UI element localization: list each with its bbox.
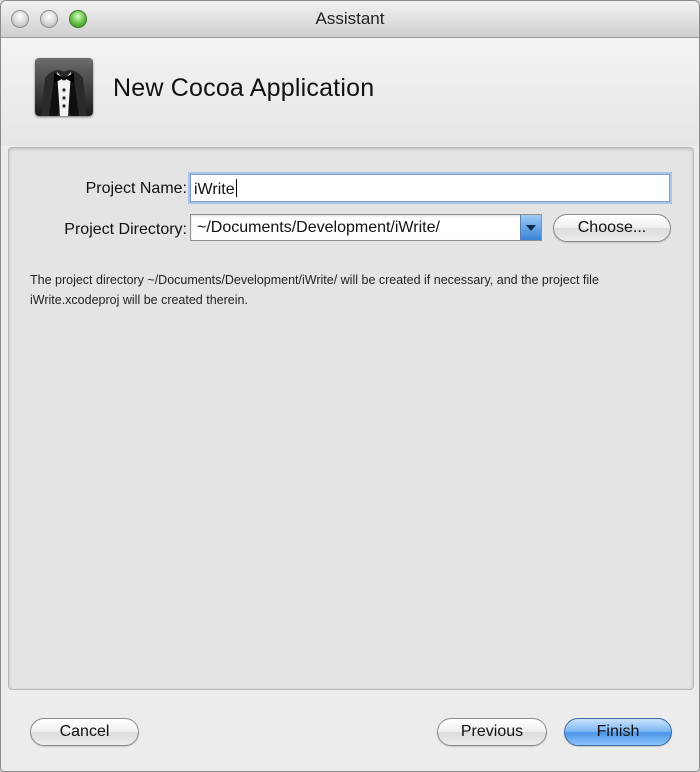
project-options-panel: Project Name: iWrite Project Directory: … — [8, 147, 694, 690]
page-title: New Cocoa Application — [113, 74, 375, 102]
window-title: Assistant — [315, 9, 385, 28]
previous-button[interactable]: Previous — [437, 718, 547, 746]
project-directory-label: Project Directory: — [64, 221, 187, 238]
chevron-down-icon[interactable] — [520, 215, 541, 240]
choose-directory-button[interactable]: Choose... — [553, 214, 671, 242]
project-directory-combobox[interactable]: ~/Documents/Development/iWrite/ — [190, 214, 542, 241]
project-name-input[interactable]: iWrite — [190, 174, 670, 202]
assistant-window: Assistant New Cocoa Application Project … — [0, 0, 700, 772]
directory-description-text: The project directory ~/Documents/Develo… — [30, 273, 599, 307]
project-name-value: iWrite — [194, 181, 235, 198]
project-directory-value: ~/Documents/Development/iWrite/ — [197, 219, 440, 236]
text-caret — [235, 179, 237, 197]
title-bar[interactable]: Assistant — [1, 1, 699, 38]
cancel-button[interactable]: Cancel — [30, 718, 139, 746]
tuxedo-app-icon — [35, 58, 93, 116]
finish-button[interactable]: Finish — [564, 718, 672, 746]
project-name-label: Project Name: — [85, 180, 187, 197]
assistant-header: New Cocoa Application — [1, 38, 699, 146]
